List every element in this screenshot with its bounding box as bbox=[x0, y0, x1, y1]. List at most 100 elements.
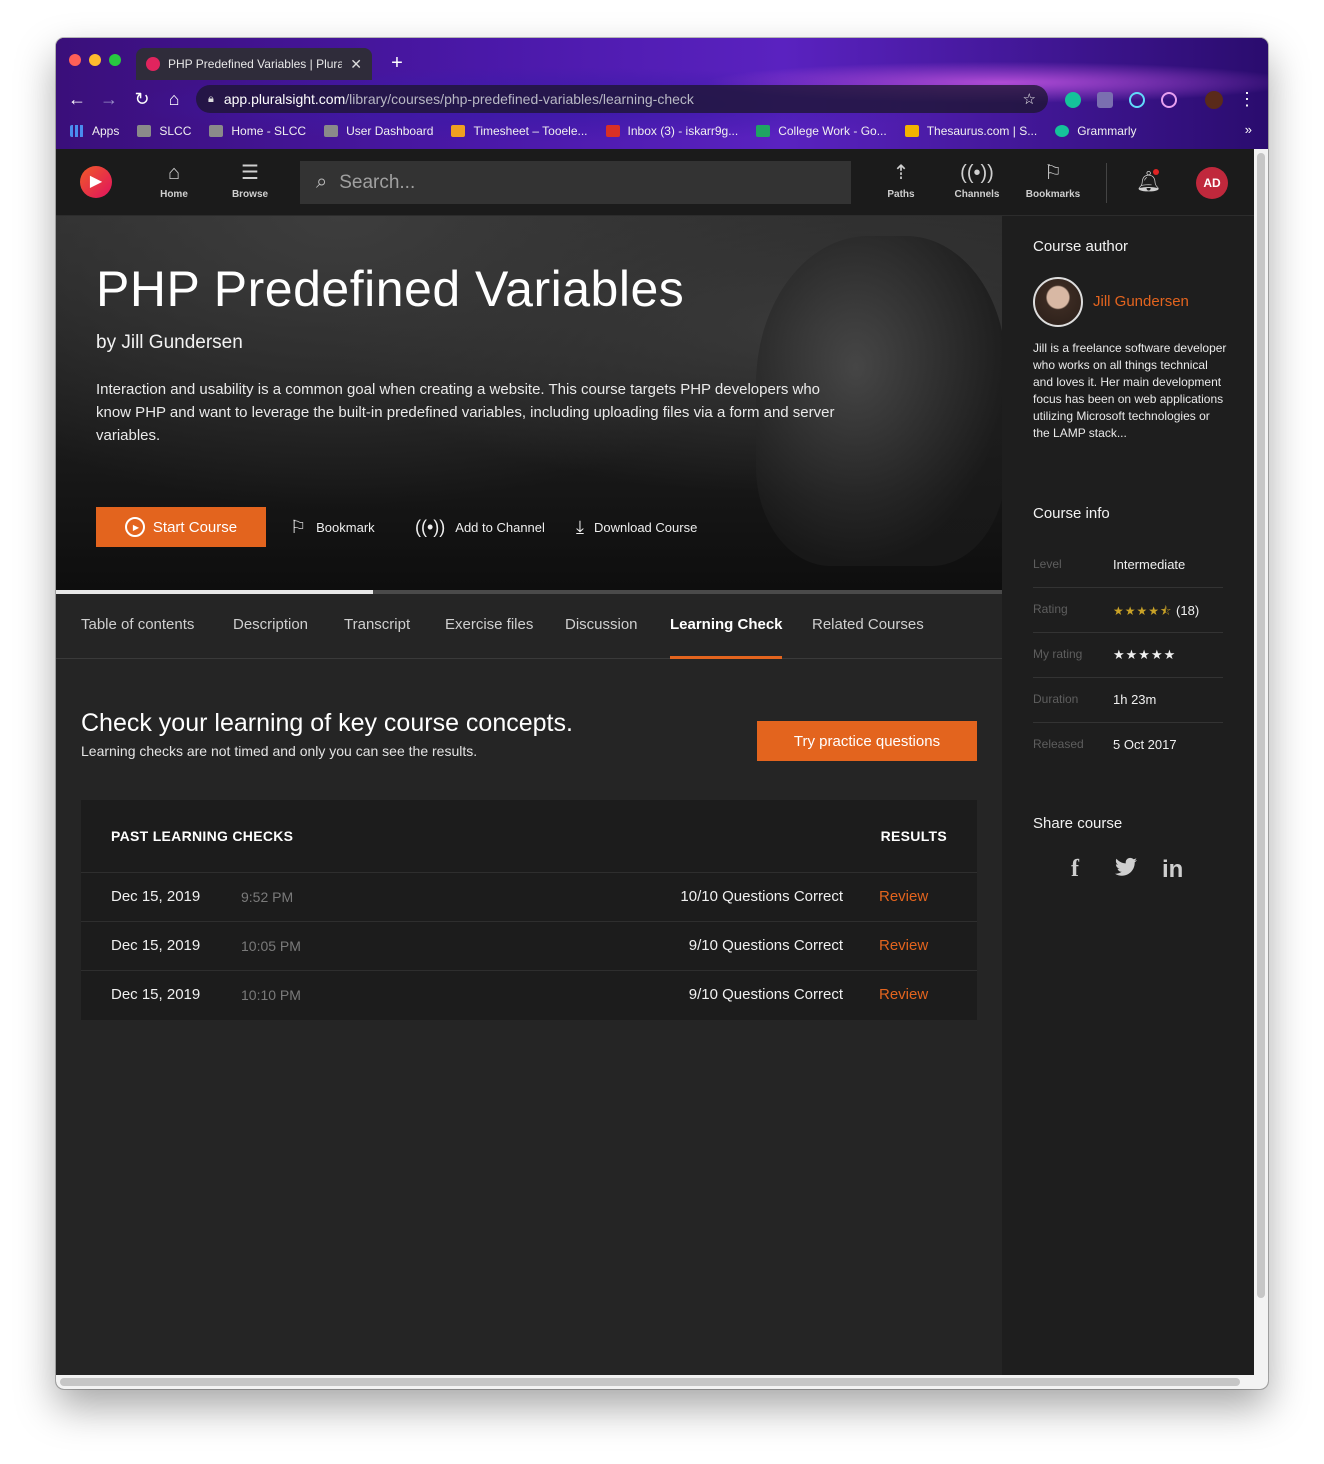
more-bookmarks-icon[interactable]: » bbox=[1245, 122, 1252, 137]
results-header: RESULTS bbox=[880, 828, 947, 844]
info-row-rating: Rating ★★★★⯪ (18) bbox=[1033, 588, 1223, 633]
grammarly-icon bbox=[1055, 125, 1070, 137]
tab-table-of-contents[interactable]: Table of contents bbox=[81, 616, 194, 633]
pluralsight-logo-icon[interactable]: ▶ bbox=[80, 166, 112, 198]
reload-button[interactable]: ↻ bbox=[131, 88, 153, 110]
horizontal-scrollbar[interactable] bbox=[56, 1375, 1254, 1389]
author-bio: Jill is a freelance software developer w… bbox=[1033, 341, 1227, 440]
minimize-window-button[interactable] bbox=[89, 54, 101, 66]
my-rating-stars[interactable]: ★★★★★ bbox=[1113, 647, 1176, 663]
bookmark-item[interactable]: Grammarly bbox=[1055, 124, 1137, 138]
facebook-icon[interactable]: f bbox=[1071, 856, 1079, 883]
bookmark-label: Timesheet – Tooele... bbox=[473, 124, 588, 138]
bookmark-label: SLCC bbox=[159, 124, 192, 138]
linkedin-icon[interactable]: in bbox=[1162, 856, 1183, 884]
new-tab-button[interactable]: + bbox=[386, 52, 408, 74]
info-row-duration: Duration 1h 23m bbox=[1033, 678, 1223, 723]
nav-channels[interactable]: ((•)) Channels bbox=[947, 161, 1007, 200]
past-learning-checks-table: PAST LEARNING CHECKS RESULTS Dec 15, 201… bbox=[81, 800, 977, 1020]
try-practice-questions-button[interactable]: Try practice questions bbox=[757, 721, 977, 761]
bookmark-item[interactable]: College Work - Go... bbox=[756, 124, 887, 138]
home-icon: ⌂ bbox=[167, 162, 181, 184]
back-button[interactable]: ← bbox=[66, 88, 88, 110]
tab-discussion[interactable]: Discussion bbox=[565, 616, 638, 633]
past-learning-checks-header: PAST LEARNING CHECKS bbox=[111, 828, 294, 844]
search-bar[interactable]: ⌕ bbox=[300, 161, 851, 204]
home-button[interactable]: ⌂ bbox=[163, 88, 185, 110]
twitter-bird-svg bbox=[1115, 857, 1137, 876]
nav-browse[interactable]: ☰ Browse bbox=[220, 161, 280, 200]
review-link[interactable]: Review bbox=[879, 937, 928, 954]
vertical-scrollbar[interactable] bbox=[1254, 149, 1268, 1389]
learning-check-title: Check your learning of key course concep… bbox=[81, 709, 573, 737]
author-avatar[interactable] bbox=[1033, 277, 1083, 327]
start-course-button[interactable]: ▶ Start Course bbox=[96, 507, 266, 547]
maximize-window-button[interactable] bbox=[109, 54, 121, 66]
bookmark-item[interactable]: Thesaurus.com | S... bbox=[904, 124, 1037, 138]
forward-button[interactable]: → bbox=[98, 88, 120, 110]
tab-learning-check[interactable]: Learning Check bbox=[670, 616, 783, 633]
ublock-extension-icon[interactable] bbox=[1097, 92, 1113, 108]
react-devtools-extension-icon[interactable] bbox=[1129, 92, 1145, 108]
bookmark-item[interactable]: Apps bbox=[70, 124, 119, 138]
tab-related-courses[interactable]: Related Courses bbox=[812, 616, 924, 633]
vertical-scrollbar-thumb[interactable] bbox=[1257, 153, 1265, 1298]
browser-tab[interactable]: PHP Predefined Variables | Plura ✕ bbox=[136, 48, 372, 80]
bookmark-star-icon[interactable]: ☆ bbox=[1023, 90, 1036, 108]
info-value: Intermediate bbox=[1113, 557, 1186, 572]
author-name-link[interactable]: Jill Gundersen bbox=[1093, 293, 1189, 310]
table-row: Dec 15, 2019 9:52 PM 10/10 Questions Cor… bbox=[81, 872, 977, 921]
twitter-icon[interactable] bbox=[1114, 857, 1138, 886]
browse-icon: ☰ bbox=[241, 162, 259, 184]
address-bar[interactable]: 🔒︎ app.pluralsight.com/library/courses/p… bbox=[196, 85, 1048, 113]
bookmarks-icon: ⚐ bbox=[1044, 162, 1062, 184]
profile-avatar-icon[interactable] bbox=[1205, 91, 1223, 109]
nav-label: Bookmarks bbox=[1025, 189, 1081, 200]
horizontal-scrollbar-thumb[interactable] bbox=[60, 1378, 1240, 1386]
user-avatar[interactable]: AD bbox=[1196, 167, 1228, 199]
close-window-button[interactable] bbox=[69, 54, 81, 66]
download-course-button[interactable]: ⤓ Download Course bbox=[576, 517, 697, 538]
tab-transcript[interactable]: Transcript bbox=[344, 616, 410, 633]
course-author-heading: Course author bbox=[1033, 238, 1129, 255]
bookmark-item[interactable]: Inbox (3) - iskarr9g... bbox=[605, 124, 738, 138]
review-link[interactable]: Review bbox=[879, 888, 928, 905]
bookmark-button[interactable]: ⚐ Bookmark bbox=[290, 517, 375, 538]
course-byline: by Jill Gundersen bbox=[96, 332, 243, 353]
nav-paths[interactable]: ⇡ Paths bbox=[871, 161, 931, 200]
bookmarks-bar: Apps SLCC Home - SLCC User Dashboard Tim… bbox=[56, 118, 1268, 144]
slcc-icon bbox=[324, 125, 339, 137]
notification-badge bbox=[1153, 169, 1159, 175]
search-input[interactable] bbox=[339, 171, 820, 194]
bookmark-item[interactable]: Timesheet – Tooele... bbox=[451, 124, 588, 138]
bookmark-label: Bookmark bbox=[316, 520, 375, 535]
timesheet-icon bbox=[451, 125, 466, 137]
grammarly-extension-icon[interactable] bbox=[1065, 92, 1081, 108]
start-course-label: Start Course bbox=[152, 518, 238, 536]
download-course-label: Download Course bbox=[593, 520, 698, 535]
add-to-channel-button[interactable]: ((•)) Add to Channel bbox=[415, 517, 545, 538]
info-value: 1h 23m bbox=[1113, 692, 1157, 707]
slcc-icon bbox=[209, 125, 224, 137]
channels-icon: ((•)) bbox=[960, 162, 994, 184]
close-tab-icon[interactable]: ✕ bbox=[350, 56, 362, 73]
browser-menu-icon[interactable]: ⋮ bbox=[1236, 88, 1258, 110]
bookmark-item[interactable]: SLCC bbox=[137, 124, 191, 138]
check-date: Dec 15, 2019 bbox=[111, 986, 201, 1003]
slcc-icon bbox=[137, 125, 152, 137]
search-icon: ⌕ bbox=[316, 171, 328, 193]
tab-description[interactable]: Description bbox=[233, 616, 308, 633]
bookmark-item[interactable]: Home - SLCC bbox=[209, 124, 306, 138]
nav-bookmarks[interactable]: ⚐ Bookmarks bbox=[1023, 161, 1083, 200]
tab-title: PHP Predefined Variables | Plura bbox=[168, 57, 343, 71]
info-row-level: Level Intermediate bbox=[1033, 543, 1223, 588]
tab-exercise-files[interactable]: Exercise files bbox=[445, 616, 533, 633]
check-date: Dec 15, 2019 bbox=[111, 937, 201, 954]
check-time: 9:52 PM bbox=[241, 889, 294, 905]
paths-icon: ⇡ bbox=[892, 162, 910, 184]
nav-home[interactable]: ⌂ Home bbox=[144, 161, 204, 200]
bookmark-item[interactable]: User Dashboard bbox=[324, 124, 433, 138]
extension-icon[interactable] bbox=[1161, 92, 1177, 108]
review-link[interactable]: Review bbox=[879, 986, 928, 1003]
url-path: /library/courses/php-predefined-variable… bbox=[345, 91, 694, 107]
